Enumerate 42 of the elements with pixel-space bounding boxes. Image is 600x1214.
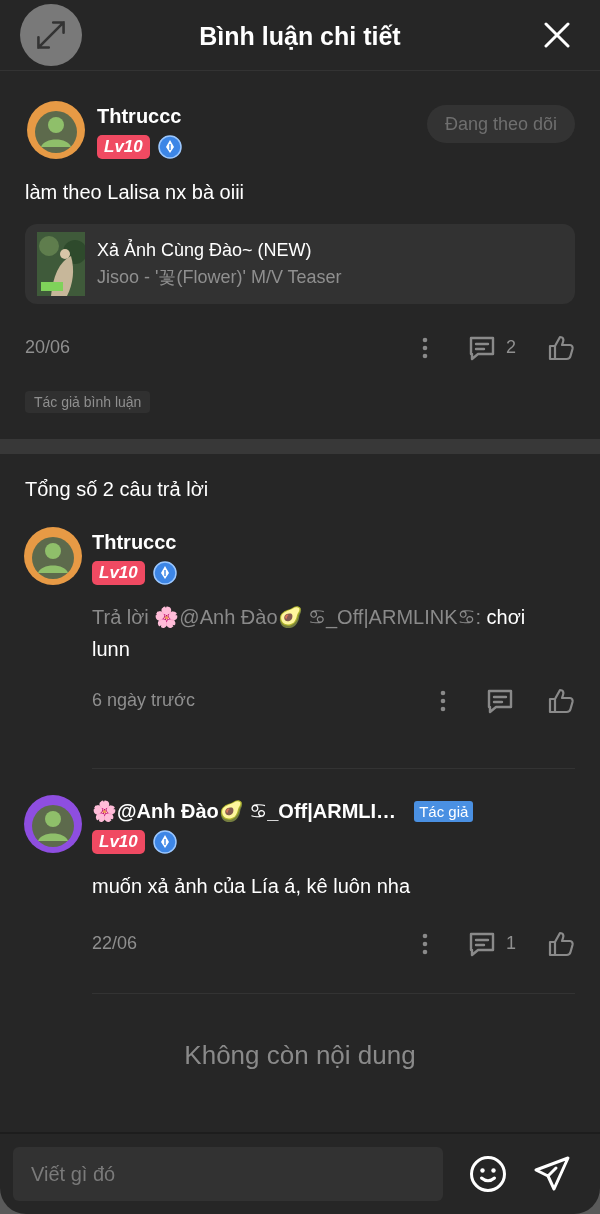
level-badge: Lv10 — [92, 830, 145, 854]
comment-icon[interactable] — [486, 687, 514, 714]
reply-text: Trả lời 🌸@Anh Đào🥑 ♋_Off|ARMLINK♋: chơi lunn — [92, 605, 527, 662]
thumbs-up-icon[interactable] — [548, 687, 575, 714]
end-of-content-text: Không còn nội dung — [183, 1040, 417, 1071]
comment-text: làm theo Lalisa nx bà oiii — [25, 181, 245, 204]
comment-icon[interactable] — [468, 930, 496, 957]
thumbs-up-icon[interactable] — [548, 334, 575, 361]
badge-icon — [152, 561, 177, 585]
emoji-icon[interactable] — [469, 1155, 507, 1193]
reply-text: muốn xả ảnh của Lía á, kê luôn nha — [92, 874, 411, 899]
level-badge: Lv10 — [92, 561, 145, 585]
send-icon[interactable] — [533, 1155, 571, 1193]
author-tag: Tác giả — [414, 800, 474, 822]
username[interactable]: 🌸@Anh Đào🥑 ♋_Off|ARMLI… — [92, 799, 397, 823]
username[interactable]: Thtruccc — [97, 105, 417, 128]
comment-input-field[interactable]: Viết gì đó — [13, 1147, 443, 1201]
avatar-icon[interactable] — [25, 99, 87, 161]
comment-author-tag: Tác giả bình luận — [25, 391, 151, 413]
level-badge: Lv10 — [97, 135, 150, 159]
comment-date: 20/06 — [25, 337, 72, 358]
more-icon[interactable] — [440, 689, 446, 712]
badge-icon — [157, 135, 182, 159]
more-icon[interactable] — [422, 932, 428, 955]
replies-heading: Tổng số 2 câu trả lời — [24, 477, 210, 501]
attachment-card[interactable]: Xả Ảnh Cùng Đào~ (NEW) Jisoo - '꽃(Flower)' M/V Teaser — [25, 224, 575, 304]
sheet-title: Bình luận chi tiết — [199, 21, 401, 52]
reply-date: 6 ngày trước — [92, 690, 196, 711]
thumbs-up-icon[interactable] — [548, 930, 575, 957]
avatar-icon[interactable] — [22, 793, 84, 855]
expand-icon — [34, 18, 68, 52]
attachment-title: Xả Ảnh Cùng Đào~ (NEW) — [97, 239, 313, 261]
badge-icon — [152, 830, 177, 854]
username[interactable]: Thtruccc — [92, 531, 177, 554]
reply-count: 2 — [506, 337, 516, 358]
attachment-subtitle: Jisoo - '꽃(Flower)' M/V Teaser — [97, 265, 342, 289]
reply-date: 22/06 — [92, 933, 139, 954]
comment-icon[interactable] — [468, 334, 496, 361]
close-icon[interactable] — [544, 22, 570, 48]
avatar-icon[interactable] — [22, 525, 84, 587]
reply-count: 1 — [506, 933, 516, 954]
more-icon[interactable] — [422, 336, 428, 359]
